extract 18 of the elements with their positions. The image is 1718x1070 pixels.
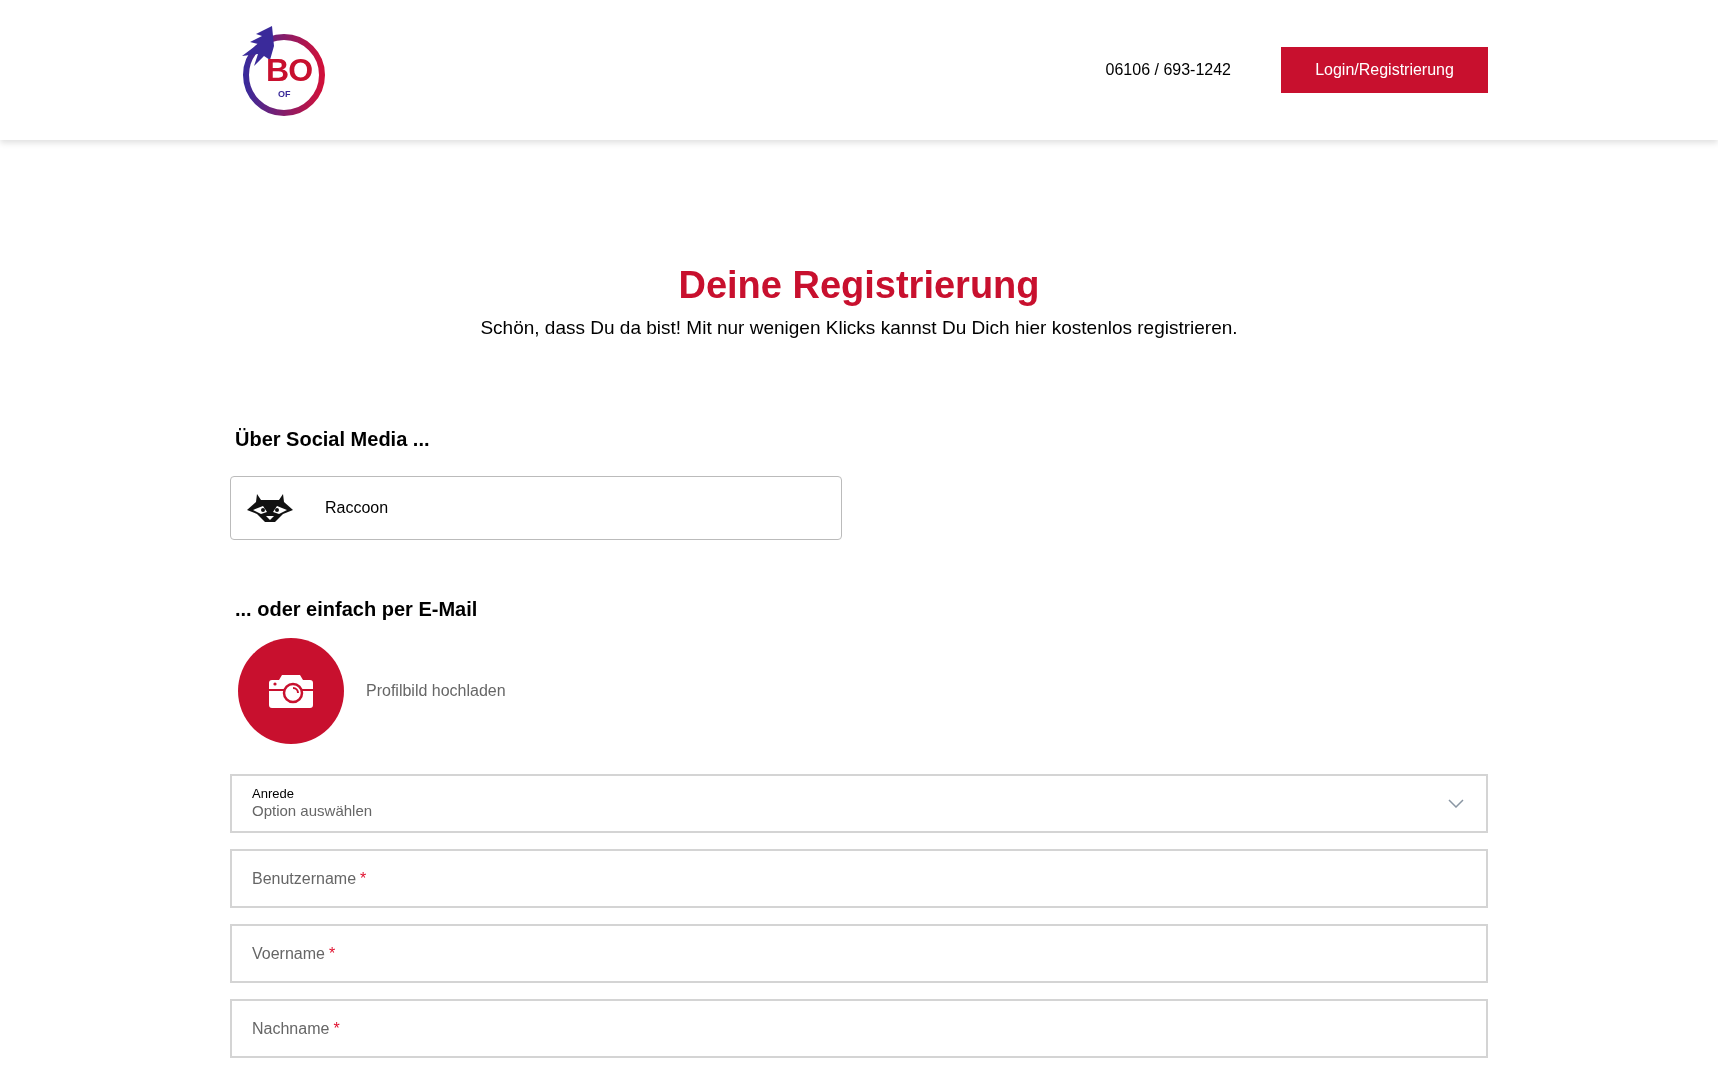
input-field[interactable]: Benutzername * (230, 849, 1488, 908)
logo-subtext: OF (278, 90, 291, 99)
social-login-button[interactable]: Raccoon (230, 476, 842, 540)
page-title: Deine Registrierung (677, 263, 1041, 308)
chevron-down-icon (1448, 799, 1464, 808)
phone-link[interactable]: 06106 / 693-1242 (1105, 58, 1231, 82)
camera-icon (268, 673, 314, 709)
logo-text: BO (266, 54, 313, 86)
input-field[interactable]: Nachname * (230, 999, 1488, 1058)
login-button[interactable]: Login/Registrierung (1281, 47, 1488, 93)
upload-label: Profilbild hochladen (366, 681, 506, 701)
section-heading: Über Social Media ... (235, 427, 431, 452)
salutation-select[interactable]: Anrede Option auswählen (230, 774, 1488, 833)
section-heading: ... oder einfach per E-Mail (235, 597, 479, 622)
input-field[interactable]: Voername * (230, 924, 1488, 983)
subtitle-text: Schön, dass Du da bist! Mit nur wenigen Klicks kannst Du Dich hier kostenlos registrieren. (479, 315, 1239, 340)
raccoon-icon (247, 492, 293, 524)
logo[interactable]: BO OF (236, 22, 328, 118)
